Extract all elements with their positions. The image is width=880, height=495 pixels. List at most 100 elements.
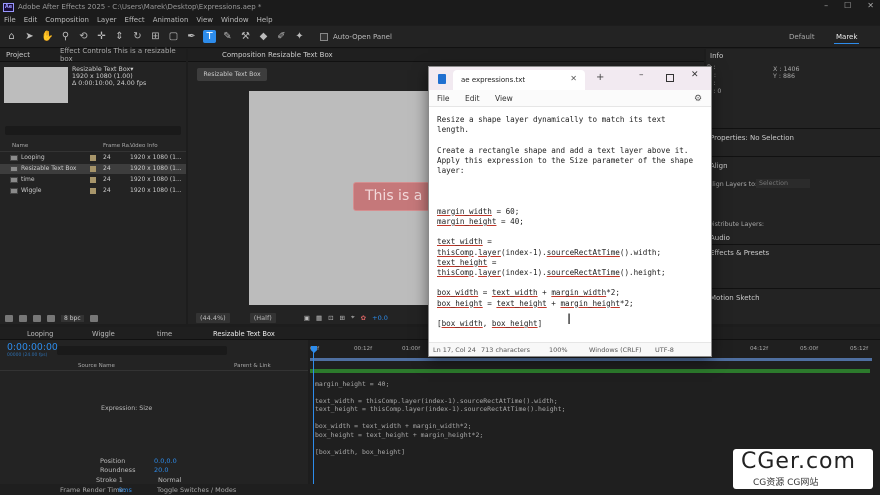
menu-effect[interactable]: Effect xyxy=(125,16,145,24)
close-icon[interactable]: ✕ xyxy=(691,70,699,80)
transparency-grid-icon[interactable]: ▦ xyxy=(316,314,322,322)
comp-breadcrumb-button[interactable]: Resizable Text Box xyxy=(197,68,267,81)
guides-icon[interactable]: ⊞ xyxy=(340,314,345,322)
anchor-tool-icon[interactable]: ⊞ xyxy=(149,30,162,43)
channel-icon[interactable]: ✿ xyxy=(361,314,366,322)
orbit-tool-icon[interactable]: ⟲ xyxy=(77,30,90,43)
label-color[interactable] xyxy=(90,177,96,183)
notepad-menu-file[interactable]: File xyxy=(437,94,450,103)
hand-tool-icon[interactable]: ✋ xyxy=(41,30,54,43)
current-time[interactable]: 0:00:00:00 xyxy=(7,342,58,353)
pan-tool-icon[interactable]: ✛ xyxy=(95,30,108,43)
zoom-select[interactable]: (44.4%) xyxy=(196,312,230,323)
tab-resizable-text-box[interactable]: Resizable Text Box xyxy=(213,330,275,338)
menu-edit[interactable]: Edit xyxy=(24,16,38,24)
resolution-select[interactable]: (Half) xyxy=(249,312,276,323)
roundness-value[interactable]: 20.0 xyxy=(154,466,168,474)
type-tool-icon[interactable]: T xyxy=(203,30,216,43)
tab-looping[interactable]: Looping xyxy=(27,330,53,338)
col-source-name[interactable]: Source Name xyxy=(78,363,115,369)
snapshot-icon[interactable]: ⌖ xyxy=(351,313,355,322)
timeline-search-input[interactable] xyxy=(57,346,227,355)
text-layer[interactable]: This is a xyxy=(365,188,422,204)
brush-tool-icon[interactable]: ✎ xyxy=(221,30,234,43)
maximize-icon[interactable]: ☐ xyxy=(844,1,851,10)
minimize-icon[interactable]: – xyxy=(824,1,828,10)
notepad-text-area[interactable]: Resize a shape layer dynamically to matc… xyxy=(437,115,707,329)
region-icon[interactable]: ▣ xyxy=(304,314,310,322)
tab-wiggle[interactable]: Wiggle xyxy=(92,330,115,338)
new-folder-icon[interactable] xyxy=(19,314,27,322)
tab-project[interactable]: Project xyxy=(6,51,30,59)
col-name[interactable]: Name xyxy=(12,143,28,149)
close-tab-icon[interactable]: ✕ xyxy=(570,74,577,83)
menu-help[interactable]: Help xyxy=(257,16,273,24)
col-parent-link[interactable]: Parent & Link xyxy=(234,363,271,369)
bpc-button[interactable]: 8 bpc xyxy=(61,314,84,322)
line-ending[interactable]: Windows (CRLF) xyxy=(589,346,642,354)
exposure-value[interactable]: +0.0 xyxy=(372,314,388,322)
menu-window[interactable]: Window xyxy=(221,16,249,24)
new-composition-icon[interactable] xyxy=(33,314,41,322)
rectangle-tool-icon[interactable]: ▢ xyxy=(167,30,180,43)
col-video-info[interactable]: Video Info xyxy=(130,143,158,149)
notepad-window[interactable]: ae expressions.txt ✕ + – ✕ File Edit Vie… xyxy=(428,66,712,357)
roto-brush-icon[interactable]: ✐ xyxy=(275,30,288,43)
toggle-switches-button[interactable]: Toggle Switches / Modes xyxy=(157,486,236,494)
label-color[interactable] xyxy=(90,166,96,172)
pen-tool-icon[interactable]: ✒ xyxy=(185,30,198,43)
align-title[interactable]: Align xyxy=(710,162,728,170)
notepad-menu-edit[interactable]: Edit xyxy=(465,94,480,103)
menu-layer[interactable]: Layer xyxy=(97,16,117,24)
work-area-bar[interactable] xyxy=(310,358,872,361)
home-icon[interactable]: ⌂ xyxy=(5,30,18,43)
notepad-menu-view[interactable]: View xyxy=(495,94,513,103)
rotate-tool-icon[interactable]: ↻ xyxy=(131,30,144,43)
position-value[interactable]: 0.0,0.0 xyxy=(154,457,177,465)
zoom-tool-icon[interactable]: ⚲ xyxy=(59,30,72,43)
tab-effect-controls[interactable]: Effect Controls This is a resizable box xyxy=(60,47,186,63)
selection-tool-icon[interactable]: ➤ xyxy=(23,30,36,43)
maximize-icon[interactable] xyxy=(666,74,674,82)
project-item[interactable]: Resizable Text Box 24 1920 x 1080 (1... xyxy=(0,164,186,174)
mask-visibility-icon[interactable]: ⊡ xyxy=(328,314,333,322)
label-color[interactable] xyxy=(90,155,96,161)
project-search-input[interactable] xyxy=(5,126,181,135)
gear-icon[interactable]: ⚙ xyxy=(694,94,702,104)
new-tab-icon[interactable]: + xyxy=(596,72,604,83)
tab-composition[interactable]: Composition Resizable Text Box xyxy=(222,51,333,59)
tab-time[interactable]: time xyxy=(157,330,172,338)
effects-presets-title[interactable]: Effects & Presets xyxy=(710,249,769,257)
delete-icon[interactable] xyxy=(89,314,98,322)
info-title[interactable]: Info xyxy=(710,52,723,60)
menu-composition[interactable]: Composition xyxy=(45,16,89,24)
notepad-tab[interactable]: ae expressions.txt ✕ xyxy=(453,70,585,90)
encoding[interactable]: UTF-8 xyxy=(655,346,674,354)
properties-title[interactable]: Properties: No Selection xyxy=(710,134,794,142)
menu-view[interactable]: View xyxy=(196,16,213,24)
selected-item-name[interactable]: Resizable Text Box▾ xyxy=(72,66,146,73)
workspace-user[interactable]: Marek xyxy=(833,33,860,44)
auto-open-checkbox[interactable] xyxy=(320,32,328,41)
eraser-tool-icon[interactable]: ◆ xyxy=(257,30,270,43)
menu-animation[interactable]: Animation xyxy=(153,16,189,24)
interpret-footage-icon[interactable] xyxy=(5,314,13,322)
audio-title[interactable]: Audio xyxy=(710,234,730,242)
zoom-level[interactable]: 100% xyxy=(549,346,568,354)
resizable-text-box[interactable]: This is a xyxy=(353,182,430,211)
close-icon[interactable]: ✕ xyxy=(867,1,874,10)
puppet-pin-icon[interactable]: ✦ xyxy=(293,30,306,43)
label-color[interactable] xyxy=(90,188,96,194)
clone-stamp-icon[interactable]: ⚒ xyxy=(239,30,252,43)
project-item[interactable]: Looping 24 1920 x 1080 (1... xyxy=(0,153,186,163)
workspace-default[interactable]: Default xyxy=(789,33,815,41)
minimize-icon[interactable]: – xyxy=(639,70,644,80)
menu-file[interactable]: File xyxy=(4,16,16,24)
motion-sketch-title[interactable]: Motion Sketch xyxy=(710,294,760,302)
blend-mode-select[interactable]: Normal xyxy=(158,476,182,484)
align-target-select[interactable]: Selection xyxy=(756,179,810,188)
project-item[interactable]: time 24 1920 x 1080 (1... xyxy=(0,175,186,185)
project-item[interactable]: Wiggle 24 1920 x 1080 (1... xyxy=(0,186,186,196)
dolly-tool-icon[interactable]: ⇕ xyxy=(113,30,126,43)
project-settings-icon[interactable] xyxy=(47,314,55,322)
